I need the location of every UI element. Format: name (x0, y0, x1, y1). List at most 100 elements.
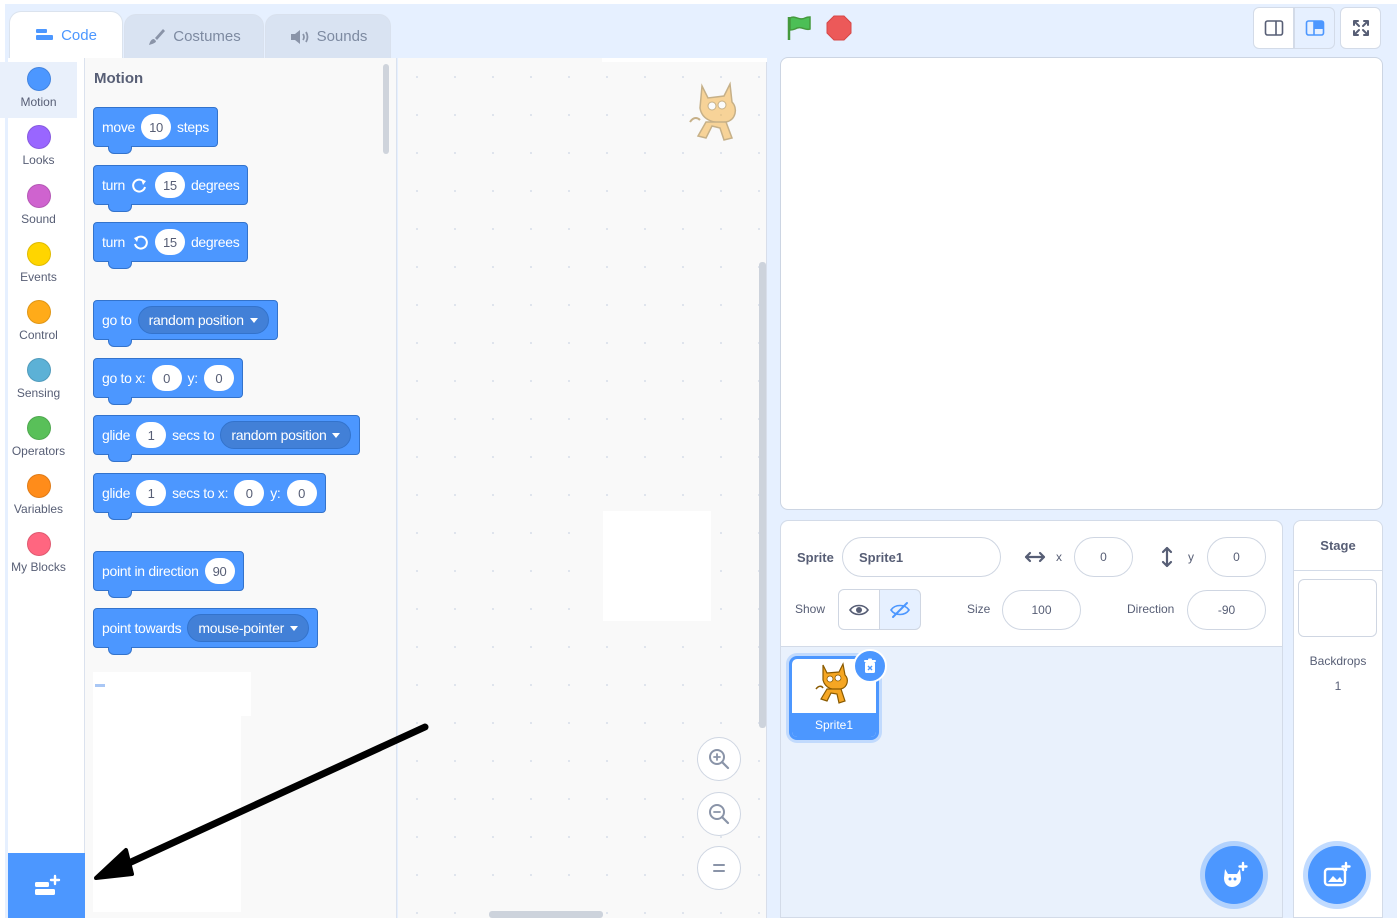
block-notch (108, 146, 132, 154)
block-input[interactable]: 0 (203, 365, 234, 391)
y-arrow-icon (1161, 546, 1173, 568)
script-area[interactable] (398, 58, 767, 918)
category-events-label: Events (20, 270, 57, 284)
block-input[interactable]: 1 (136, 480, 167, 506)
block-dropdown[interactable]: mouse-pointer (187, 614, 309, 642)
choose-sprite-button[interactable] (1205, 846, 1263, 904)
category-operators-label: Operators (11, 444, 66, 458)
category-my-blocks-label: My Blocks (11, 560, 66, 574)
add-extension-button[interactable] (8, 853, 85, 918)
stop-icon[interactable] (826, 15, 852, 41)
zoom-out-button[interactable] (697, 792, 741, 836)
zoom-in-button[interactable] (697, 737, 741, 781)
block-move-steps[interactable]: move 10 steps (93, 107, 219, 154)
stage-canvas[interactable] (780, 57, 1383, 510)
block-text: y: (270, 485, 281, 501)
zoom-in-icon (709, 749, 730, 770)
block-turn-left[interactable]: turn 15 degrees (93, 222, 249, 269)
block-go-to[interactable]: go to random position (93, 300, 278, 347)
category-variables[interactable]: Variables (0, 474, 77, 526)
block-input[interactable]: 0 (286, 480, 317, 506)
stage-selector-divider (1294, 570, 1382, 571)
block-dropdown[interactable]: random position (220, 421, 352, 449)
block-text: secs to x: (172, 485, 229, 501)
rotate-right-icon (132, 178, 146, 193)
redacted-area (93, 716, 241, 912)
category-my-blocks[interactable]: My Blocks (0, 532, 77, 584)
block-point-towards[interactable]: point towards mouse-pointer (93, 608, 318, 655)
block-text: glide (102, 427, 131, 443)
category-sound-label: Sound (21, 212, 56, 226)
tab-sounds[interactable]: Sounds (265, 14, 391, 58)
block-text: point towards (102, 620, 182, 636)
stage-thumbnail[interactable] (1298, 579, 1377, 637)
show-label: Show (795, 602, 826, 616)
sprite-thumbnail-label: Sprite1 (792, 713, 876, 737)
category-sensing[interactable]: Sensing (0, 358, 77, 410)
block-input[interactable]: 15 (154, 172, 185, 198)
block-text: degrees (190, 234, 240, 250)
block-input[interactable]: 15 (154, 229, 185, 255)
x-input[interactable]: 0 (1074, 537, 1133, 577)
block-notch (108, 512, 132, 520)
category-operators[interactable]: Operators (0, 416, 77, 468)
show-sprite-button[interactable] (838, 589, 880, 630)
eye-icon (849, 604, 869, 615)
choose-backdrop-button[interactable] (1308, 846, 1366, 904)
block-glide-to-xy[interactable]: glide 1 secs to x: 0 y: 0 (93, 473, 326, 520)
direction-value: -90 (1217, 603, 1236, 617)
block-dropdown-value: random position (148, 312, 244, 328)
block-go-to-xy[interactable]: go to x: 0 y: 0 (93, 358, 243, 405)
chevron-down-icon (249, 317, 258, 323)
script-horizontal-scrollbar[interactable] (489, 911, 603, 918)
chevron-down-icon (332, 432, 341, 438)
category-looks[interactable]: Looks (0, 125, 77, 177)
block-input[interactable]: 0 (151, 365, 182, 391)
category-sensing-label: Sensing (16, 386, 61, 400)
block-fragment (95, 684, 105, 687)
block-text: move (102, 119, 136, 135)
y-input[interactable]: 0 (1207, 537, 1266, 577)
tab-code[interactable]: Code (9, 11, 123, 58)
fullscreen-button[interactable] (1340, 7, 1381, 49)
category-variables-label: Variables (13, 502, 64, 516)
code-icon (36, 29, 54, 40)
block-input[interactable]: 1 (136, 422, 167, 448)
script-vertical-scrollbar[interactable] (759, 262, 766, 728)
delete-sprite-button[interactable] (853, 649, 887, 683)
small-stage-icon (1264, 20, 1283, 36)
direction-input[interactable]: -90 (1187, 590, 1266, 630)
block-notch (108, 647, 132, 655)
block-input[interactable]: 0 (234, 480, 265, 506)
size-input[interactable]: 100 (1002, 590, 1081, 630)
x-value: 0 (1100, 550, 1107, 564)
palette-scrollbar[interactable] (383, 64, 389, 154)
green-flag-icon[interactable] (785, 14, 813, 42)
category-sound[interactable]: Sound (0, 184, 77, 236)
normal-stage-button[interactable] (1294, 7, 1335, 49)
hide-sprite-button[interactable] (879, 589, 921, 630)
category-motion-dot (26, 67, 51, 91)
small-stage-button[interactable] (1253, 7, 1294, 49)
block-input[interactable]: 90 (204, 558, 235, 584)
category-motion-label: Motion (20, 95, 57, 109)
x-label: x (1056, 550, 1062, 564)
zoom-reset-button[interactable] (697, 846, 741, 890)
block-glide-to[interactable]: glide 1 secs to random position (93, 415, 361, 462)
block-input[interactable]: 10 (141, 114, 172, 140)
block-point-in-direction[interactable]: point in direction 90 (93, 551, 244, 598)
category-events[interactable]: Events (0, 242, 77, 294)
category-motion[interactable]: Motion (0, 62, 77, 118)
redacted-area (603, 511, 711, 621)
rotate-left-icon (133, 235, 148, 250)
cat-sprite-icon (815, 662, 848, 704)
block-turn-right[interactable]: turn 15 degrees (93, 165, 249, 212)
category-control[interactable]: Control (0, 300, 77, 352)
sprite-name-value: Sprite1 (859, 549, 904, 565)
speaker-icon (290, 29, 308, 44)
block-text: point in direction (102, 563, 199, 579)
sprite-name-input[interactable]: Sprite1 (842, 537, 1001, 577)
block-dropdown[interactable]: random position (137, 306, 269, 334)
tab-costumes[interactable]: Costumes (124, 14, 264, 58)
category-control-label: Control (19, 328, 58, 342)
